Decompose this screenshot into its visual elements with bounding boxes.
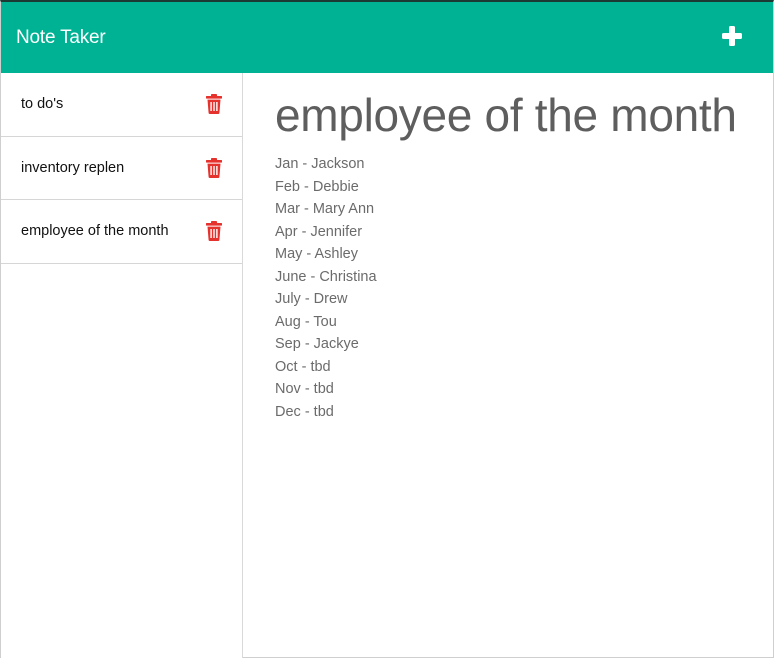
trash-icon[interactable]	[206, 94, 222, 114]
note-body-line: July - Drew	[275, 291, 348, 307]
note-editor: employee of the month Jan - Jackson Feb …	[244, 73, 773, 658]
note-body-line: Mar - Mary Ann	[275, 201, 375, 217]
note-body-line: Sep - Jackye	[275, 336, 359, 352]
note-body-line: Jan - Jackson	[275, 156, 365, 172]
new-note-button[interactable]	[717, 21, 747, 51]
trash-icon[interactable]	[206, 157, 222, 178]
app-window: Note Taker to do's inventory replen empl…	[0, 0, 774, 658]
note-list-item[interactable]: to do's	[1, 73, 242, 137]
note-body-line: Feb - Debbie	[275, 178, 359, 195]
note-body[interactable]: Jan - Jackson Feb - Debbie Mar - Mary An…	[275, 153, 377, 423]
note-list-item[interactable]: inventory replen	[1, 137, 242, 200]
note-list-item[interactable]: employee of the month	[1, 200, 242, 264]
trash-icon[interactable]	[206, 221, 222, 241]
note-list-item-title[interactable]: inventory replen	[21, 137, 124, 200]
note-list-item-title[interactable]: to do's	[21, 73, 63, 136]
note-body-line: June - Christina	[275, 268, 377, 285]
navbar: Note Taker	[1, 2, 773, 73]
note-title[interactable]: employee of the month	[275, 87, 737, 143]
note-body-line: Nov - tbd	[275, 381, 334, 397]
app-title[interactable]: Note Taker	[16, 26, 106, 50]
plus-icon	[722, 26, 742, 46]
note-body-line: Dec - tbd	[275, 403, 334, 420]
note-list-item-title[interactable]: employee of the month	[21, 200, 169, 263]
note-body-line: Oct - tbd	[275, 358, 331, 375]
note-body-line: Aug - Tou	[275, 313, 337, 330]
notes-sidebar: to do's inventory replen employee of the…	[1, 73, 243, 658]
note-body-line: May - Ashley	[275, 246, 358, 262]
note-body-line: Apr - Jennifer	[275, 223, 363, 240]
